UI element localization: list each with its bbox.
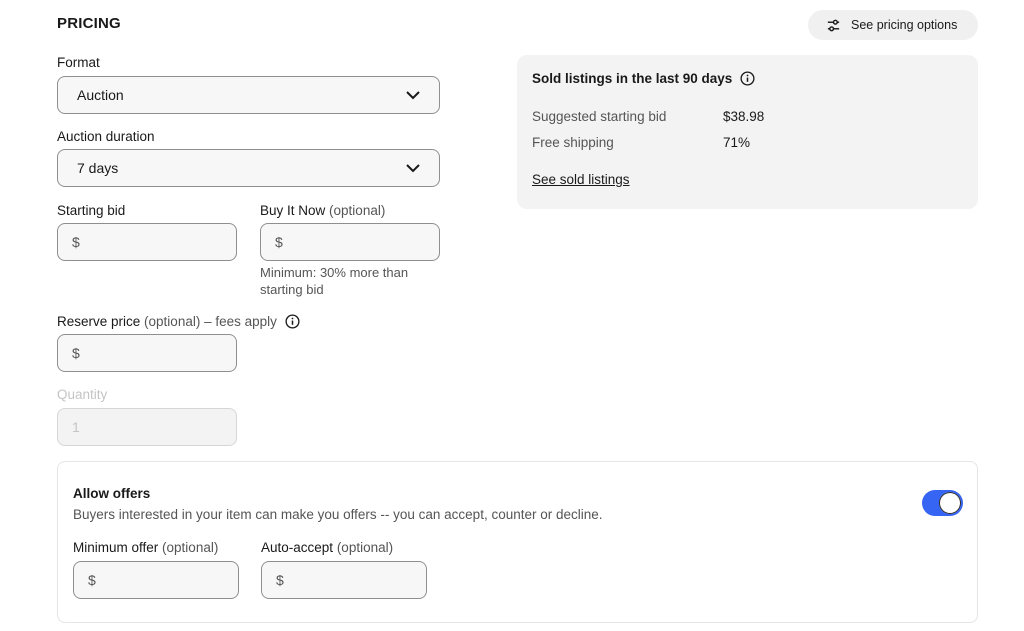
sold-listings-title: Sold listings in the last 90 days — [532, 71, 755, 86]
currency-prefix: $ — [88, 572, 96, 588]
allow-offers-title: Allow offers — [73, 486, 151, 501]
format-select[interactable]: Auction — [57, 76, 440, 114]
auto-accept-label: Auto-accept (optional) — [261, 540, 394, 555]
auction-duration-label: Auction duration — [57, 129, 155, 144]
minimum-offer-input[interactable]: $ — [73, 561, 239, 599]
buy-it-now-hint: Minimum: 30% more than starting bid — [260, 265, 409, 297]
format-label: Format — [57, 55, 100, 70]
suggested-starting-bid-value: $38.98 — [723, 109, 765, 124]
allow-offers-section: Allow offers Buyers interested in your i… — [57, 461, 978, 623]
minimum-offer-label: Minimum offer (optional) — [73, 540, 219, 555]
currency-prefix: $ — [275, 234, 283, 250]
auction-duration-select[interactable]: 7 days — [57, 149, 440, 187]
free-shipping-value: 71% — [723, 135, 751, 150]
auction-duration-value: 7 days — [77, 160, 119, 176]
buy-it-now-label: Buy It Now (optional) — [260, 203, 386, 218]
see-pricing-options-label: See pricing options — [851, 18, 958, 32]
suggested-starting-bid-label: Suggested starting bid — [532, 109, 667, 124]
allow-offers-description: Buyers interested in your item can make … — [73, 507, 603, 522]
quantity-value: 1 — [72, 419, 80, 435]
toggle-knob — [939, 492, 961, 514]
format-value: Auction — [77, 87, 124, 103]
chevron-down-icon — [406, 91, 420, 100]
currency-prefix: $ — [72, 345, 80, 361]
info-icon[interactable] — [285, 314, 300, 329]
sliders-icon — [827, 19, 840, 31]
reserve-price-label: Reserve price (optional) – fees apply — [57, 314, 300, 329]
starting-bid-input[interactable]: $ — [57, 223, 237, 261]
currency-prefix: $ — [276, 572, 284, 588]
auto-accept-input[interactable]: $ — [261, 561, 427, 599]
starting-bid-label: Starting bid — [57, 203, 126, 218]
chevron-down-icon — [406, 164, 420, 173]
see-pricing-options-button[interactable]: See pricing options — [808, 10, 978, 40]
quantity-input: 1 — [57, 408, 237, 446]
reserve-price-input[interactable]: $ — [57, 334, 237, 372]
info-icon[interactable] — [740, 71, 755, 86]
sold-listings-panel: Sold listings in the last 90 days Sugges… — [517, 55, 978, 209]
allow-offers-toggle[interactable] — [922, 490, 963, 516]
see-sold-listings-link[interactable]: See sold listings — [532, 172, 630, 187]
buy-it-now-input[interactable]: $ — [260, 223, 440, 261]
free-shipping-label: Free shipping — [532, 135, 614, 150]
currency-prefix: $ — [72, 234, 80, 250]
quantity-label: Quantity — [57, 387, 108, 402]
section-title: PRICING — [57, 15, 121, 32]
